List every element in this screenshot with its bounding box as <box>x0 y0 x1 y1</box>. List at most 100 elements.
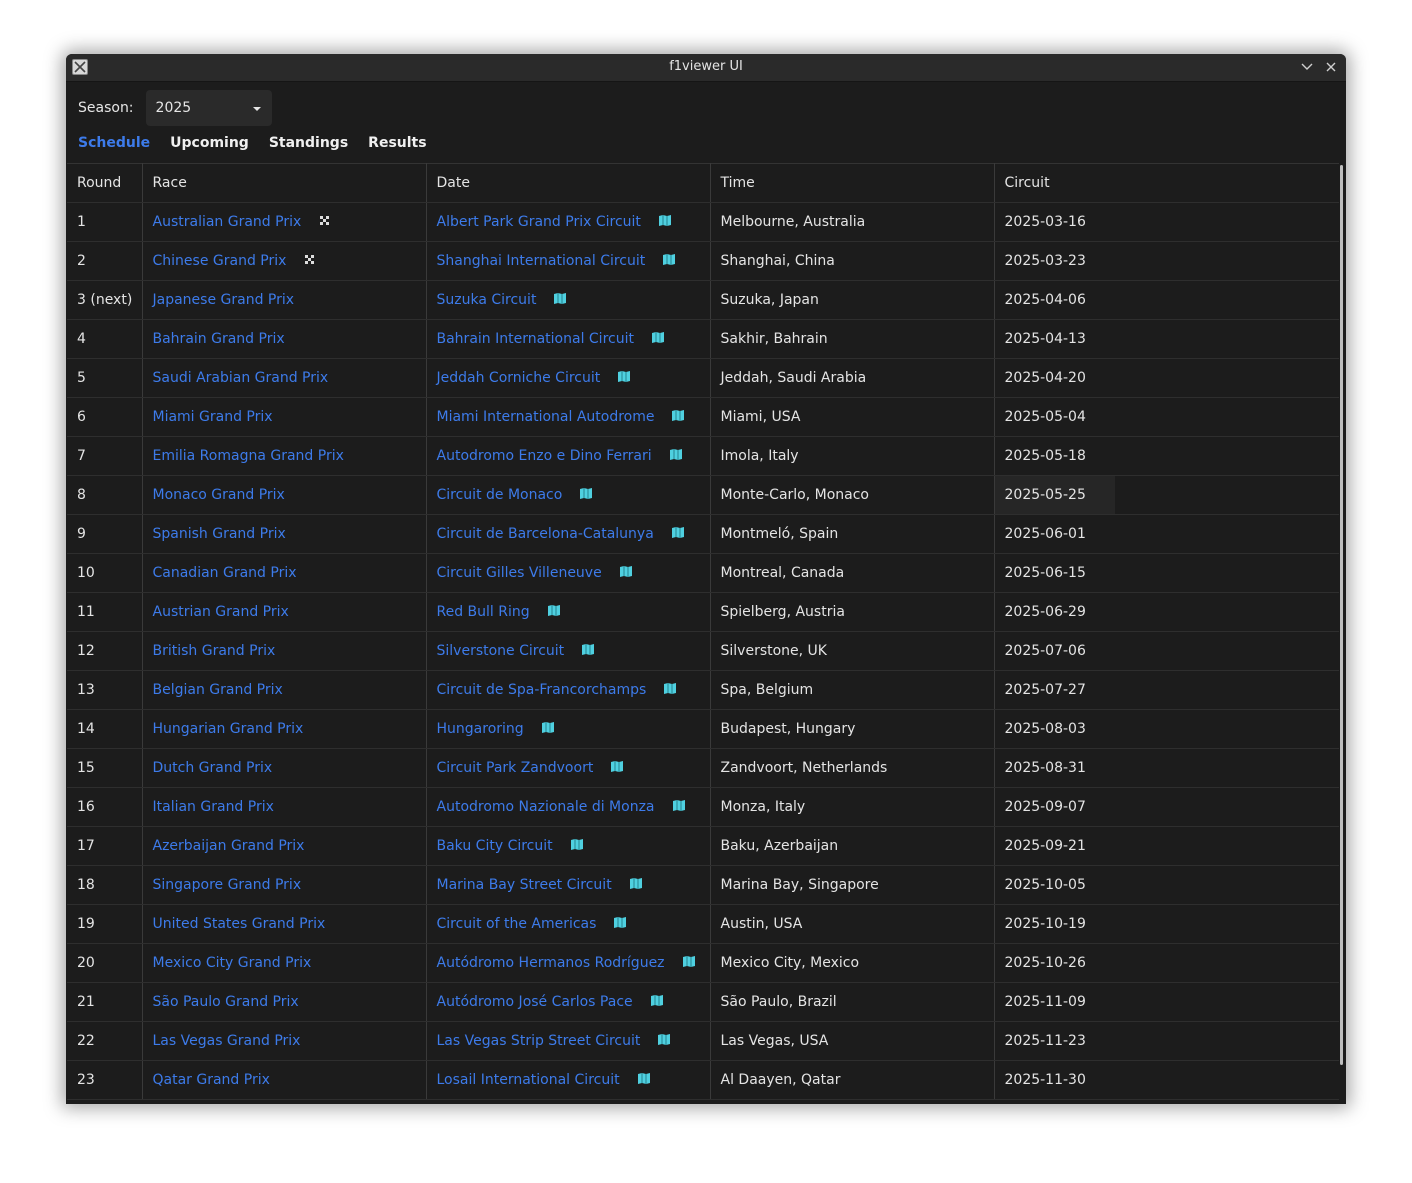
cell-race-link[interactable]: United States Grand Prix <box>142 904 427 944</box>
cell-race-link-text[interactable]: Dutch Grand Prix <box>153 760 273 776</box>
map-icon[interactable] <box>541 721 554 737</box>
cell-race-link[interactable]: Australian Grand Prix <box>142 202 427 242</box>
cell-circuit-link[interactable]: Marina Bay Street Circuit <box>426 865 711 905</box>
map-icon[interactable] <box>650 994 663 1010</box>
cell-race-link[interactable]: Monaco Grand Prix <box>142 475 427 515</box>
cell-circuit-link[interactable]: Shanghai International Circuit <box>426 241 711 281</box>
cell-race-link-text[interactable]: Australian Grand Prix <box>153 214 302 230</box>
cell-race-link-text[interactable]: Azerbaijan Grand Prix <box>153 838 305 854</box>
cell-race-link-text[interactable]: Spanish Grand Prix <box>153 526 286 542</box>
map-icon[interactable] <box>618 370 631 386</box>
map-icon[interactable] <box>663 253 676 269</box>
table-row[interactable]: 19 United States Grand Prix Circuit of the… <box>67 904 1339 944</box>
cell-circuit-link[interactable]: Autodromo Nazionale di Monza <box>426 787 711 827</box>
map-icon[interactable] <box>611 760 624 776</box>
table-row[interactable]: 11 Austrian Grand Prix Red Bull Ring Spielb… <box>67 592 1339 632</box>
cell-race-link-text[interactable]: Monaco Grand Prix <box>153 487 285 503</box>
cell-circuit-link[interactable]: Autódromo José Carlos Pace <box>426 982 711 1022</box>
cell-circuit-link-text[interactable]: Jeddah Corniche Circuit <box>437 370 601 386</box>
cell-race-link[interactable]: Emilia Romagna Grand Prix <box>142 436 427 476</box>
cell-circuit-link-text[interactable]: Circuit de Spa-Francorchamps <box>437 682 647 698</box>
map-icon[interactable] <box>672 409 685 425</box>
table-row[interactable]: 2 Chinese Grand Prix Shanghai Internationa… <box>67 241 1339 281</box>
minimize-chevron-icon[interactable] <box>1298 58 1316 76</box>
cell-race-link-text[interactable]: Singapore Grand Prix <box>153 877 302 893</box>
cell-circuit-link[interactable]: Baku City Circuit <box>426 826 711 866</box>
table-row[interactable]: 13 Belgian Grand Prix Circuit de Spa-Franc… <box>67 670 1339 710</box>
tab-standings[interactable]: Standings <box>269 135 348 151</box>
cell-circuit-link[interactable]: Circuit de Barcelona-Catalunya <box>426 514 711 554</box>
cell-circuit-link-text[interactable]: Autodromo Nazionale di Monza <box>437 799 655 815</box>
close-icon[interactable] <box>1322 58 1340 76</box>
cell-race-link[interactable]: Spanish Grand Prix <box>142 514 427 554</box>
cell-circuit-link-text[interactable]: Las Vegas Strip Street Circuit <box>437 1033 641 1049</box>
cell-circuit-link[interactable]: Red Bull Ring <box>426 592 711 632</box>
table-row[interactable]: 10 Canadian Grand Prix Circuit Gilles Vill… <box>67 553 1339 593</box>
map-icon[interactable] <box>547 604 560 620</box>
cell-circuit-link[interactable]: Autodromo Enzo e Dino Ferrari <box>426 436 711 476</box>
cell-circuit-link-text[interactable]: Albert Park Grand Prix Circuit <box>437 214 641 230</box>
cell-race-link-text[interactable]: Emilia Romagna Grand Prix <box>153 448 344 464</box>
cell-circuit-link-text[interactable]: Circuit de Barcelona-Catalunya <box>437 526 654 542</box>
vertical-scrollbar[interactable] <box>1340 165 1343 1065</box>
table-row[interactable]: 22 Las Vegas Grand Prix Las Vegas Strip St… <box>67 1021 1339 1061</box>
tab-results[interactable]: Results <box>368 135 426 151</box>
cell-race-link[interactable]: Chinese Grand Prix <box>142 241 427 281</box>
cell-race-link-text[interactable]: Qatar Grand Prix <box>153 1072 270 1088</box>
cell-race-link-text[interactable]: Hungarian Grand Prix <box>153 721 304 737</box>
cell-circuit-link-text[interactable]: Suzuka Circuit <box>437 292 537 308</box>
column-header-round[interactable]: Round <box>67 163 143 203</box>
cell-circuit-link[interactable]: Autódromo Hermanos Rodríguez <box>426 943 711 983</box>
table-row[interactable]: 23 Qatar Grand Prix Losail International C… <box>67 1060 1339 1100</box>
map-icon[interactable] <box>619 565 632 581</box>
cell-race-link-text[interactable]: Saudi Arabian Grand Prix <box>153 370 329 386</box>
cell-circuit-link[interactable]: Silverstone Circuit <box>426 631 711 671</box>
cell-circuit-link[interactable]: Circuit de Spa-Francorchamps <box>426 670 711 710</box>
cell-race-link[interactable]: Singapore Grand Prix <box>142 865 427 905</box>
cell-circuit-link[interactable]: Miami International Autodrome <box>426 397 711 437</box>
cell-circuit-link-text[interactable]: Autódromo José Carlos Pace <box>437 994 633 1010</box>
map-icon[interactable] <box>671 526 684 542</box>
table-row[interactable]: 16 Italian Grand Prix Autodromo Nazionale … <box>67 787 1339 827</box>
cell-circuit-link[interactable]: Las Vegas Strip Street Circuit <box>426 1021 711 1061</box>
cell-race-link-text[interactable]: Austrian Grand Prix <box>153 604 289 620</box>
cell-circuit-link[interactable]: Jeddah Corniche Circuit <box>426 358 711 398</box>
map-icon[interactable] <box>682 955 695 971</box>
cell-circuit-link-text[interactable]: Bahrain International Circuit <box>437 331 634 347</box>
map-icon[interactable] <box>582 643 595 659</box>
table-row[interactable]: 12 British Grand Prix Silverstone Circuit S… <box>67 631 1339 671</box>
map-icon[interactable] <box>570 838 583 854</box>
cell-race-link[interactable]: Japanese Grand Prix <box>142 280 427 320</box>
cell-circuit-link[interactable]: Albert Park Grand Prix Circuit <box>426 202 711 242</box>
cell-race-link-text[interactable]: Japanese Grand Prix <box>153 292 295 308</box>
map-icon[interactable] <box>580 487 593 503</box>
cell-circuit-link-text[interactable]: Hungaroring <box>437 721 524 737</box>
cell-circuit-link-text[interactable]: Shanghai International Circuit <box>437 253 646 269</box>
table-row[interactable]: 4 Bahrain Grand Prix Bahrain International… <box>67 319 1339 359</box>
tab-schedule[interactable]: Schedule <box>78 135 150 151</box>
cell-race-link[interactable]: Saudi Arabian Grand Prix <box>142 358 427 398</box>
cell-race-link[interactable]: Azerbaijan Grand Prix <box>142 826 427 866</box>
cell-circuit-link-text[interactable]: Losail International Circuit <box>437 1072 620 1088</box>
cell-race-link-text[interactable]: British Grand Prix <box>153 643 276 659</box>
cell-circuit-link-text[interactable]: Red Bull Ring <box>437 604 530 620</box>
cell-race-link-text[interactable]: Mexico City Grand Prix <box>153 955 312 971</box>
cell-race-link-text[interactable]: Chinese Grand Prix <box>153 253 287 269</box>
tab-upcoming[interactable]: Upcoming <box>170 135 249 151</box>
cell-race-link-text[interactable]: Italian Grand Prix <box>153 799 274 815</box>
table-row[interactable]: 8 Monaco Grand Prix Circuit de Monaco Monte… <box>67 475 1339 515</box>
cell-circuit-link-text[interactable]: Silverstone Circuit <box>437 643 565 659</box>
cell-race-link-text[interactable]: São Paulo Grand Prix <box>153 994 299 1010</box>
cell-race-link-text[interactable]: Las Vegas Grand Prix <box>153 1033 301 1049</box>
cell-race-link-text[interactable]: Canadian Grand Prix <box>153 565 297 581</box>
table-row[interactable]: 21 São Paulo Grand Prix Autódromo José Car… <box>67 982 1339 1022</box>
cell-circuit-link[interactable]: Losail International Circuit <box>426 1060 711 1100</box>
table-row[interactable]: 9 Spanish Grand Prix Circuit de Barcelona-… <box>67 514 1339 554</box>
cell-circuit-link-text[interactable]: Miami International Autodrome <box>437 409 655 425</box>
cell-circuit-link[interactable]: Circuit de Monaco <box>426 475 711 515</box>
map-icon[interactable] <box>664 682 677 698</box>
map-icon[interactable] <box>637 1072 650 1088</box>
cell-race-link[interactable]: Mexico City Grand Prix <box>142 943 427 983</box>
table-row[interactable]: 18 Singapore Grand Prix Marina Bay Street … <box>67 865 1339 905</box>
cell-race-link[interactable]: Belgian Grand Prix <box>142 670 427 710</box>
